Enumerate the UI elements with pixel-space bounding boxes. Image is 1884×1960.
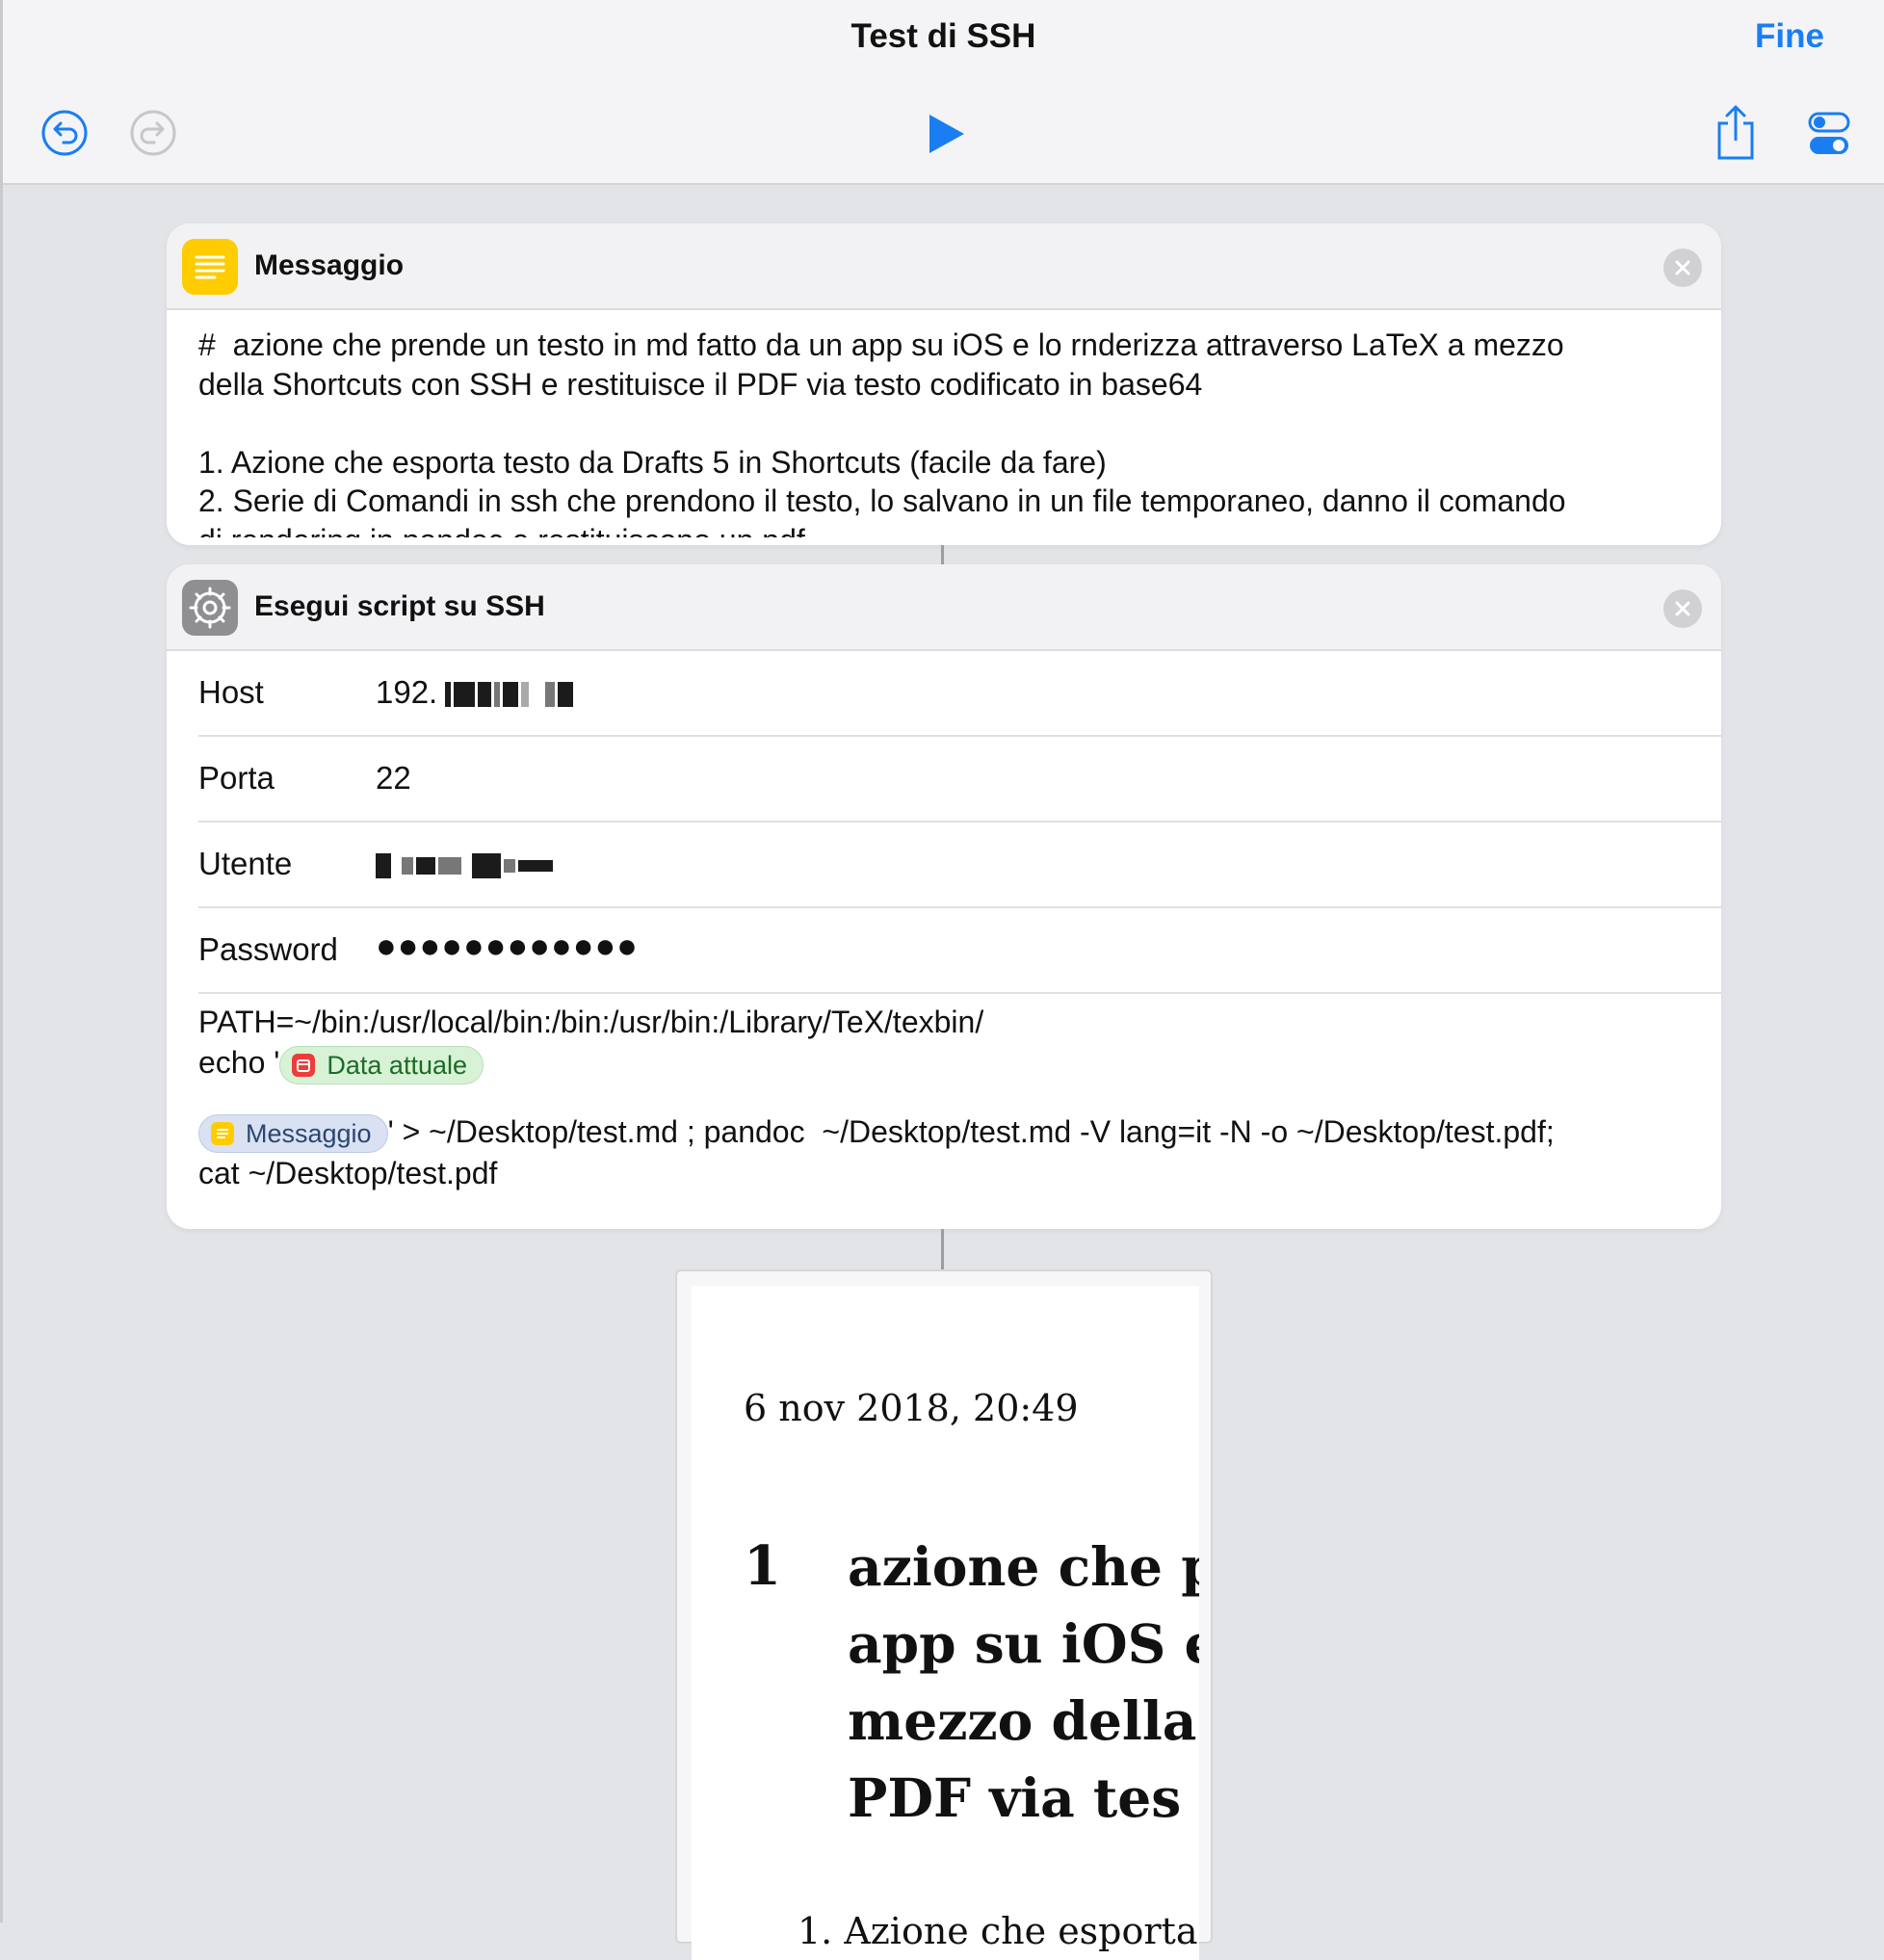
- calendar-icon: [292, 1053, 316, 1077]
- user-row[interactable]: Utente: [198, 823, 1721, 908]
- card-title: Esegui script su SSH: [254, 590, 545, 622]
- gear-icon: [182, 580, 238, 636]
- host-label: Host: [198, 674, 264, 710]
- message-line: # azione che prende un testo in md fatto…: [198, 327, 1564, 362]
- close-icon[interactable]: [1663, 248, 1702, 287]
- shortcut-title: Test di SSH: [850, 17, 1036, 55]
- action-connector: [941, 1229, 944, 1269]
- port-label: Porta: [198, 760, 275, 796]
- script-line: cat ~/Desktop/test.pdf: [198, 1156, 498, 1191]
- play-icon[interactable]: [926, 113, 968, 155]
- script-command: ' > ~/Desktop/test.md ; pandoc ~/Desktop…: [387, 1113, 1555, 1149]
- pdf-section-heading: azione che p app su iOS e mezzo della PD…: [848, 1529, 1199, 1837]
- port-field[interactable]: 22: [376, 760, 411, 797]
- script-text-field[interactable]: PATH=~/bin:/usr/local/bin:/bin:/usr/bin:…: [167, 994, 1721, 1211]
- settings-toggle-icon[interactable]: [1808, 111, 1850, 157]
- message-action-card: Messaggio # azione che prende un testo i…: [167, 223, 1721, 545]
- variable-label: Data attuale: [327, 1050, 467, 1080]
- done-button[interactable]: Fine: [1755, 17, 1824, 56]
- pdf-section-number: 1: [744, 1534, 781, 1598]
- card-header: Messaggio: [167, 223, 1721, 310]
- card-header: Esegui script su SSH: [167, 564, 1721, 651]
- navigation-bar: Test di SSH Fine: [3, 0, 1884, 185]
- script-echo: echo ': [198, 1045, 280, 1080]
- host-field[interactable]: 192.: [376, 674, 576, 711]
- script-line: Messaggio ' > ~/Desktop/test.md ; pandoc …: [198, 1111, 1692, 1154]
- host-value: 192.: [376, 674, 438, 710]
- share-icon[interactable]: [1714, 104, 1758, 162]
- user-label: Utente: [198, 846, 293, 881]
- message-line: di rendering in pandoc e restituiscono u…: [198, 521, 1690, 538]
- password-field[interactable]: ●●●●●●●●●●●●: [376, 926, 639, 966]
- pdf-heading-line: azione che p: [848, 1535, 1199, 1598]
- script-line: PATH=~/bin:/usr/local/bin:/bin:/usr/bin:…: [198, 1005, 984, 1039]
- ssh-action-card: Esegui script su SSH Host 192. Porta 22 …: [167, 564, 1721, 1229]
- close-icon[interactable]: [1663, 589, 1702, 628]
- script-line: echo ' Data attuale: [198, 1042, 1692, 1085]
- message-variable[interactable]: Messaggio: [198, 1114, 388, 1154]
- variable-label: Messaggio: [246, 1119, 372, 1149]
- undo-icon[interactable]: [40, 109, 89, 157]
- pdf-page: 6 nov 2018, 20:49 1 azione che p app su …: [692, 1286, 1199, 1960]
- password-row[interactable]: Password ●●●●●●●●●●●●: [198, 908, 1721, 994]
- message-text-field[interactable]: # azione che prende un testo in md fatto…: [167, 310, 1721, 537]
- current-date-variable[interactable]: Data attuale: [279, 1045, 484, 1085]
- host-row[interactable]: Host 192.: [198, 651, 1721, 737]
- message-line: 1. Azione che esporta testo da Drafts 5 …: [198, 444, 1107, 480]
- text-lines-icon: [211, 1122, 234, 1146]
- left-edge: [0, 0, 3, 1922]
- password-label: Password: [198, 931, 338, 967]
- pdf-date: 6 nov 2018, 20:49: [744, 1387, 1079, 1429]
- message-line: della Shortcuts con SSH e restituisce il…: [198, 366, 1203, 402]
- pdf-list-item: 1. Azione che esporta: [798, 1910, 1198, 1952]
- user-field[interactable]: [376, 846, 556, 882]
- pdf-heading-line: app su iOS e: [848, 1612, 1199, 1675]
- action-connector: [941, 545, 944, 564]
- redo-icon[interactable]: [129, 109, 177, 157]
- pdf-heading-line: PDF via tes: [848, 1766, 1182, 1829]
- text-lines-icon: [182, 239, 238, 295]
- port-row[interactable]: Porta 22: [198, 737, 1721, 823]
- message-line: 2. Serie di Comandi in ssh che prendono …: [198, 483, 1566, 518]
- pdf-heading-line: mezzo della: [848, 1689, 1197, 1752]
- pdf-preview[interactable]: 6 nov 2018, 20:49 1 azione che p app su …: [675, 1269, 1213, 1960]
- card-title: Messaggio: [254, 249, 405, 281]
